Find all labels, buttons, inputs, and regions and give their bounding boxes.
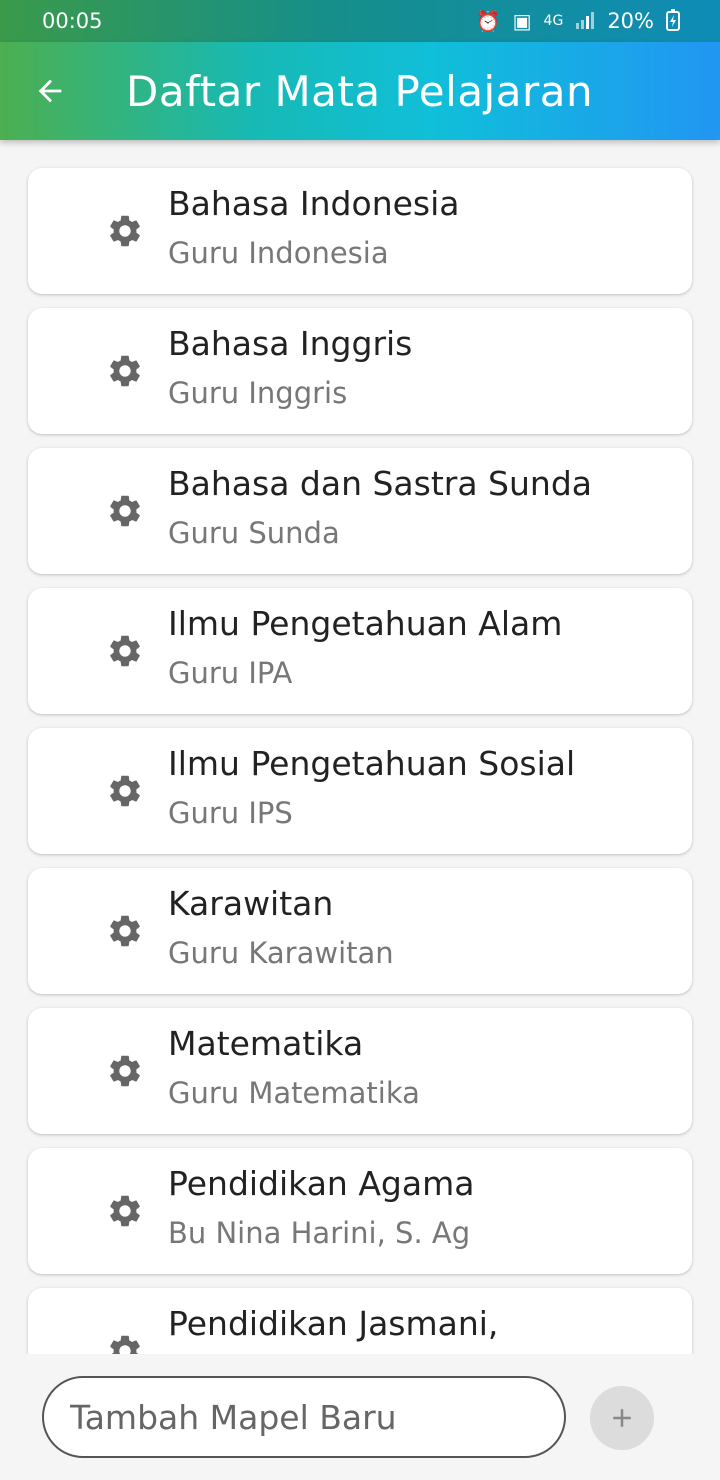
gear-icon[interactable] xyxy=(106,912,144,950)
gear-icon[interactable] xyxy=(106,632,144,670)
subject-teacher: Guru Inggris xyxy=(168,376,348,410)
subject-teacher: Guru IPS xyxy=(168,796,293,830)
alarm-icon: ⏰ xyxy=(475,9,501,33)
arrow-left-icon xyxy=(38,79,62,103)
gear-icon[interactable] xyxy=(106,212,144,250)
subject-card[interactable]: Bahasa Inggris Guru Inggris xyxy=(28,308,692,434)
subject-name: Ilmu Pengetahuan Alam xyxy=(168,604,563,643)
subject-card[interactable]: Bahasa dan Sastra Sunda Guru Sunda xyxy=(28,448,692,574)
gear-icon[interactable] xyxy=(106,492,144,530)
subject-teacher: Guru Matematika xyxy=(168,1076,420,1110)
subject-teacher: Guru Indonesia xyxy=(168,236,389,270)
battery-saver-icon: ▣ xyxy=(512,9,532,33)
subject-card[interactable]: Pendidikan Agama Bu Nina Harini, S. Ag xyxy=(28,1148,692,1274)
gear-icon[interactable] xyxy=(106,1192,144,1230)
status-bar: 00:05 ⏰ ▣ 4G 20% xyxy=(0,0,720,42)
subject-teacher: Guru Sunda xyxy=(168,516,340,550)
subject-name: Karawitan xyxy=(168,884,334,923)
gear-icon[interactable] xyxy=(106,1052,144,1090)
subject-name: Ilmu Pengetahuan Sosial xyxy=(168,744,576,783)
new-subject-input[interactable] xyxy=(42,1376,566,1458)
status-time: 00:05 xyxy=(42,9,103,33)
battery-charging-icon xyxy=(666,8,680,34)
battery-level: 20% xyxy=(607,9,654,33)
subject-name: Bahasa Inggris xyxy=(168,324,413,363)
subject-card[interactable]: Bahasa Indonesia Guru Indonesia xyxy=(28,168,692,294)
back-button[interactable] xyxy=(0,42,100,140)
plus-icon xyxy=(613,1409,631,1427)
gear-icon[interactable] xyxy=(106,772,144,810)
subject-name: Bahasa dan Sastra Sunda xyxy=(168,464,593,503)
subject-name: Pendidikan Agama xyxy=(168,1164,475,1203)
app-bar: Daftar Mata Pelajaran xyxy=(0,42,720,140)
add-subject-bar xyxy=(0,1354,720,1480)
subject-name: Matematika xyxy=(168,1024,364,1063)
subject-list[interactable]: Bahasa Indonesia Guru Indonesia Bahasa I… xyxy=(0,140,720,1354)
network-type: 4G xyxy=(543,13,564,29)
subject-card[interactable]: Karawitan Guru Karawitan xyxy=(28,868,692,994)
subject-card[interactable]: Ilmu Pengetahuan Alam Guru IPA xyxy=(28,588,692,714)
subject-teacher: Guru IPA xyxy=(168,656,293,690)
add-subject-button[interactable] xyxy=(590,1386,654,1450)
status-icons: ⏰ ▣ 4G 20% xyxy=(475,8,680,34)
subject-name: Pendidikan Jasmani, xyxy=(168,1304,499,1343)
subject-card[interactable]: Pendidikan Jasmani, xyxy=(28,1288,692,1354)
gear-icon[interactable] xyxy=(106,1332,144,1354)
subject-teacher: Guru Karawitan xyxy=(168,936,394,970)
signal-icon xyxy=(575,11,595,32)
subject-teacher: Bu Nina Harini, S. Ag xyxy=(168,1216,471,1250)
subject-card[interactable]: Ilmu Pengetahuan Sosial Guru IPS xyxy=(28,728,692,854)
subject-name: Bahasa Indonesia xyxy=(168,184,460,223)
subject-card[interactable]: Matematika Guru Matematika xyxy=(28,1008,692,1134)
page-title: Daftar Mata Pelajaran xyxy=(126,66,594,116)
gear-icon[interactable] xyxy=(106,352,144,390)
